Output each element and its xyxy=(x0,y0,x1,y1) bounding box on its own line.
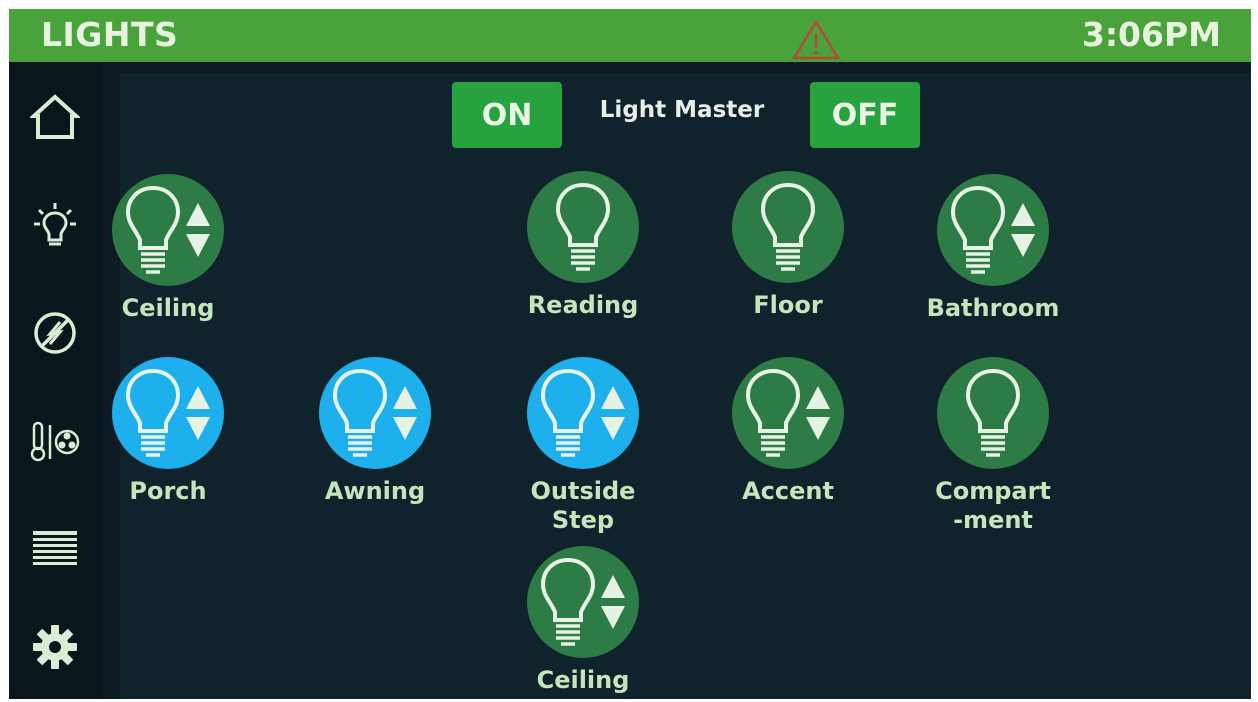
light-toggle-ceiling-accent[interactable] xyxy=(527,546,639,658)
light-bulb-icon xyxy=(540,368,596,457)
dimmer-arrows-icon[interactable] xyxy=(599,384,627,442)
light-toggle-bathroom[interactable] xyxy=(937,174,1049,286)
page-title: LIGHTS xyxy=(41,15,179,54)
dimmer-arrows-icon[interactable] xyxy=(1009,201,1037,259)
light-bulb-icon xyxy=(540,557,596,646)
light-bulb-icon xyxy=(760,182,816,271)
light-toggle-porch[interactable] xyxy=(112,357,224,469)
light-bulb-icon xyxy=(125,368,181,457)
light-floor[interactable]: Floor xyxy=(698,171,878,320)
light-master-label: Light Master xyxy=(599,97,765,123)
light-ceiling-accent[interactable]: Ceiling Accent xyxy=(493,546,673,699)
light-porch[interactable]: Porch xyxy=(78,357,258,506)
light-label: Awning xyxy=(324,477,426,505)
light-label: Ceiling xyxy=(121,294,215,322)
dimmer-arrows-icon[interactable] xyxy=(804,384,832,442)
dimmer-arrows-icon[interactable] xyxy=(391,384,419,442)
nav-climate[interactable] xyxy=(25,413,85,469)
light-toggle-outside-step[interactable] xyxy=(527,357,639,469)
master-on-button[interactable]: ON xyxy=(452,82,562,148)
light-bulb-icon xyxy=(965,368,1021,457)
light-label: Outside Step xyxy=(530,477,636,534)
home-icon xyxy=(30,94,80,139)
light-bulb-icon xyxy=(745,368,801,457)
light-awning[interactable]: Awning xyxy=(285,357,465,506)
light-toggle-floor[interactable] xyxy=(732,171,844,283)
light-bulb-icon xyxy=(332,368,388,457)
nav-lights[interactable] xyxy=(25,197,85,253)
nav-settings[interactable] xyxy=(25,619,85,675)
light-label: Bathroom xyxy=(926,294,1060,322)
light-label: Ceiling Accent xyxy=(536,666,630,699)
light-toggle-reading[interactable] xyxy=(527,171,639,283)
dimmer-arrows-icon[interactable] xyxy=(184,201,212,259)
light-toggle-accent[interactable] xyxy=(732,357,844,469)
dimmer-arrows-icon[interactable] xyxy=(599,573,627,631)
thermometer-fan-icon xyxy=(30,421,80,462)
clock: 3:06PM xyxy=(1081,15,1221,54)
light-bathroom[interactable]: Bathroom xyxy=(903,174,1083,323)
light-label: Porch xyxy=(129,477,207,505)
power-icon xyxy=(34,312,76,354)
light-label: Accent xyxy=(742,477,834,505)
light-label: Compart -ment xyxy=(935,477,1051,534)
light-bulb-icon xyxy=(555,182,611,271)
master-off-button[interactable]: OFF xyxy=(810,82,920,148)
window-shade-icon xyxy=(33,531,77,565)
light-bulb-icon xyxy=(34,203,76,246)
light-toggle-awning[interactable] xyxy=(319,357,431,469)
light-outside-step[interactable]: Outside Step xyxy=(493,357,673,535)
nav-power[interactable] xyxy=(25,305,85,361)
dimmer-arrows-icon[interactable] xyxy=(184,384,212,442)
screen: LIGHTS 3:06PM ON Light Master OFF Ceilin… xyxy=(9,9,1251,699)
nav-home[interactable] xyxy=(25,89,85,145)
light-toggle-compartment[interactable] xyxy=(937,357,1049,469)
nav-shades[interactable] xyxy=(25,521,85,577)
light-bulb-icon xyxy=(950,185,1006,274)
light-toggle-ceiling[interactable] xyxy=(112,174,224,286)
light-label: Reading xyxy=(527,291,639,319)
light-bulb-icon xyxy=(125,185,181,274)
warning-triangle-icon[interactable] xyxy=(791,19,841,61)
light-ceiling[interactable]: Ceiling xyxy=(78,174,258,323)
light-label: Floor xyxy=(753,291,823,319)
light-accent[interactable]: Accent xyxy=(698,357,878,506)
light-compartment[interactable]: Compart -ment xyxy=(903,357,1083,535)
settings-gear-icon xyxy=(33,625,77,669)
top-bar: LIGHTS 3:06PM xyxy=(9,9,1251,62)
light-reading[interactable]: Reading xyxy=(493,171,673,320)
